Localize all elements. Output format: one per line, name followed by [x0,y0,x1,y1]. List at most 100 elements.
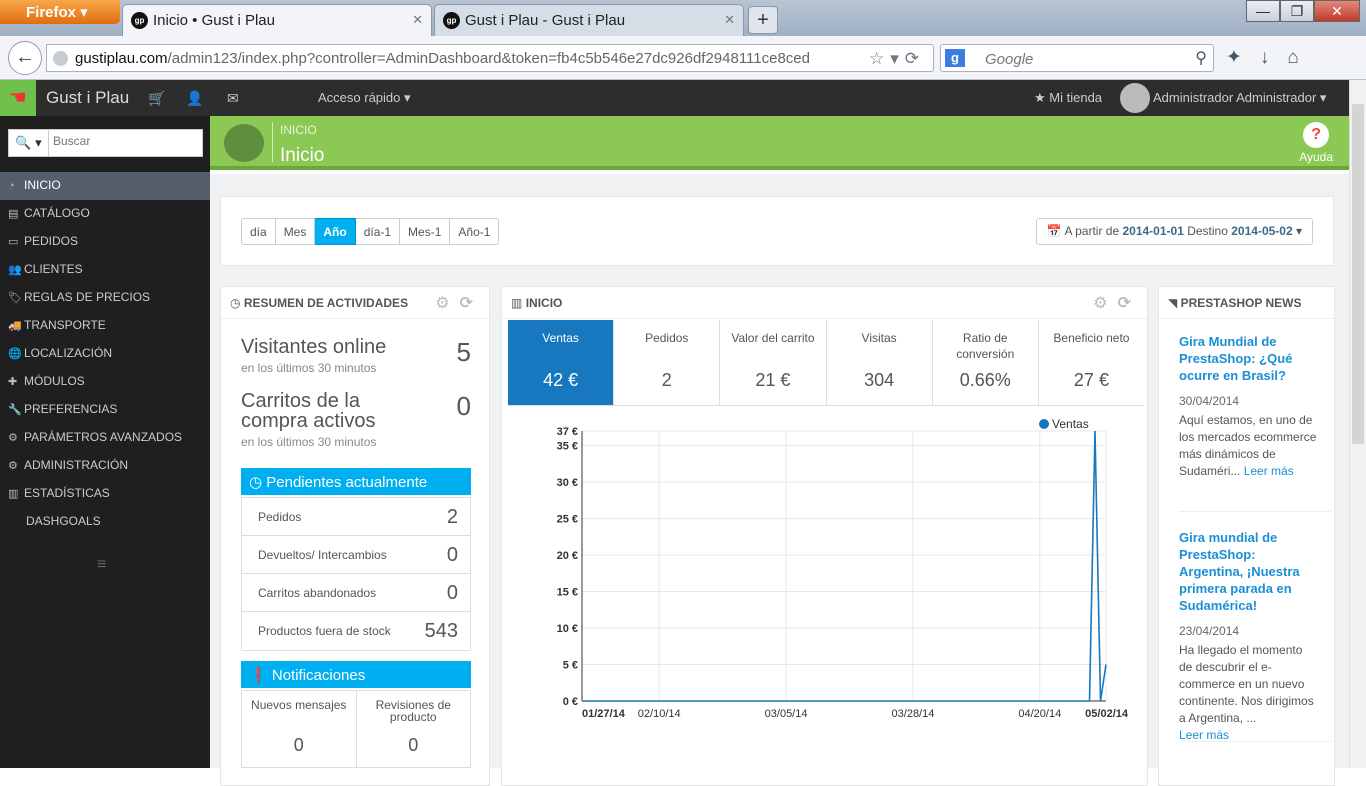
sidebar-item-reglas-precios[interactable]: 🏷 REGLAS DE PRECIOS [0,284,210,312]
news-item-body: Ha llegado el momento de descubrir el e-… [1179,642,1319,744]
notif-product-reviews[interactable]: Revisiones de producto 0 [357,691,471,767]
pending-row-abandoned-carts[interactable]: Carritos abandonados 0 [242,574,470,612]
my-shop-link[interactable]: ★ Mi tienda [1034,90,1102,106]
collapse-menu-icon[interactable]: ≡ [97,556,106,574]
news-item-title[interactable]: Gira Mundial de PrestaShop: ¿Qué ocurre … [1179,333,1319,384]
sidebar-item-modulos[interactable]: ✚ MÓDULOS [0,368,210,396]
search-placeholder: Google [985,51,1034,68]
bookmark-star-icon[interactable]: ☆▾⟳ [869,49,925,69]
notif-new-messages[interactable]: Nuevos mensajes 0 [242,691,357,767]
site-identity-icon[interactable] [53,51,68,66]
kpi-cart-value[interactable]: Valor del carrito 21 € [720,320,827,405]
read-more-link[interactable]: Leer más [1244,464,1294,478]
kpi-net-profit[interactable]: Beneficio neto 27 € [1039,320,1144,405]
date-range-picker[interactable]: 📅 A partir de 2014-01-01 Destino 2014-05… [1035,218,1313,245]
y-tick-label: 10 € [557,623,578,635]
pending-title: Pendientes actualmente [266,474,428,491]
employee-name: Administrador Administrador [1153,90,1317,105]
close-tab-icon[interactable]: ✕ [724,12,735,28]
sidebar-item-estadisticas[interactable]: ▥ ESTADÍSTICAS [0,480,210,508]
help-icon: ? [1303,122,1330,148]
sidebar-item-localizacion[interactable]: 🌐 LOCALIZACIÓN [0,340,210,368]
sidebar-item-label: ADMINISTRACIÓN [24,458,129,472]
search-scope-button[interactable]: 🔍 ▾ [9,130,49,156]
news-item-date: 30/04/2014 [1179,394,1240,408]
exclamation-icon: ❗ [249,667,268,684]
page-scrollbar[interactable] [1349,80,1366,768]
refresh-icon[interactable]: ⟳ [1118,295,1141,312]
sidebar-item-clientes[interactable]: 👥 CLIENTES [0,256,210,284]
period-button-prev-year[interactable]: Año-1 [450,218,500,245]
search-icon[interactable]: ⚲ [1195,48,1207,68]
kpi-conversion[interactable]: Ratio de conversión 0.66% [933,320,1039,405]
search-box[interactable]: g Google ⚲ [940,44,1214,72]
sidebar-item-administracion[interactable]: ⚙ ADMINISTRACIÓN [0,452,210,480]
period-button-prev-month[interactable]: Mes-1 [400,218,451,245]
restore-icon[interactable]: ❐ [1280,0,1314,22]
sidebar-item-label: LOCALIZACIÓN [24,346,113,360]
kpi-label: Beneficio neto [1053,331,1130,345]
prestashop-logo[interactable]: ☚ [0,80,36,116]
avatar[interactable] [1120,83,1150,113]
news-item-title[interactable]: Gira mundial de PrestaShop: Argentina, ¡… [1179,529,1319,614]
firefox-menu-button[interactable]: Firefox ▾ [0,0,120,24]
period-button-day[interactable]: día [241,218,276,245]
sidebar-item-inicio[interactable]: ◔ INICIO [0,172,210,200]
x-tick-label: 01/27/14 [582,708,626,720]
pending-label: Carritos abandonados [258,586,377,600]
read-more-link[interactable]: Leer más [1179,728,1229,742]
back-button[interactable]: ← [8,41,42,75]
user-icon[interactable]: 👤 [186,90,203,107]
x-tick-label: 04/20/14 [1018,708,1061,720]
pending-row-out-of-stock[interactable]: Productos fuera de stock 543 [242,612,470,650]
sidebar-item-transporte[interactable]: 🚚 TRANSPORTE [0,312,210,340]
window-controls: — ❐ ✕ [1246,0,1360,22]
clock-icon: ◷ [249,474,263,491]
browser-tab-active[interactable]: gp Inicio • Gust i Plau ✕ [122,4,432,36]
minimize-icon[interactable]: — [1246,0,1280,22]
toolbar-icons[interactable]: ✦↓⌂ [1226,46,1317,69]
clock-icon: ◷ [230,296,241,310]
sidebar-item-label: INICIO [24,178,61,192]
search-input[interactable] [53,134,198,148]
google-engine-icon[interactable]: g [945,49,965,67]
help-button[interactable]: ? Ayuda [1299,122,1333,164]
config-icon[interactable]: ⚙ [435,295,459,312]
sidebar-item-preferencias[interactable]: 🔧 PREFERENCIAS [0,396,210,424]
kpi-value: 21 € [755,370,791,390]
panel-heading: ◷ RESUMEN DE ACTIVIDADES ⚙⟳ [221,287,489,319]
address-bar[interactable]: gustiplau.com/admin123/index.php?control… [46,44,934,72]
new-tab-button[interactable]: + [748,6,778,34]
kpi-visits[interactable]: Visitas 304 [827,320,933,405]
page-title: Inicio [280,145,325,166]
pending-row-returns[interactable]: Devueltos/ Intercambios 0 [242,536,470,574]
sidebar-item-pedidos[interactable]: ▭ PEDIDOS [0,228,210,256]
refresh-icon[interactable]: ⟳ [460,295,483,312]
panel-tools: ⚙⟳ [1093,293,1141,313]
sidebar-item-parametros-avanzados[interactable]: ⚙ PARÁMETROS AVANZADOS [0,424,210,452]
cart-icon[interactable]: 🛒 [148,90,165,107]
close-tab-icon[interactable]: ✕ [412,12,423,28]
config-icon[interactable]: ⚙ [1093,295,1117,312]
kpi-sales[interactable]: Ventas 42 € [508,320,615,405]
active-carts-sub: en los últimos 30 minutos [241,435,377,449]
envelope-icon[interactable]: ✉ [227,90,239,107]
sidebar-item-catalogo[interactable]: ▤ CATÁLOGO [0,200,210,228]
quick-access-menu[interactable]: Acceso rápido ▾ [318,90,411,106]
kpi-orders[interactable]: Pedidos 2 [614,320,721,405]
period-button-prev-day[interactable]: día-1 [355,218,401,245]
sidebar-item-label: TRANSPORTE [24,318,106,332]
browser-tab-strip: Firefox ▾ gp Inicio • Gust i Plau ✕ gp G… [0,0,1366,36]
sidebar-item-dashgoals[interactable]: DASHGOALS [0,508,210,536]
kpi-value: 304 [864,370,895,390]
activity-title: RESUMEN DE ACTIVIDADES [243,296,409,310]
pending-label: Productos fuera de stock [258,624,391,638]
close-window-icon[interactable]: ✕ [1314,0,1360,22]
browser-tab-inactive[interactable]: gp Gust i Plau - Gust i Plau ✕ [434,4,744,36]
scrollbar-thumb[interactable] [1352,104,1364,444]
shop-name[interactable]: Gust i Plau [46,88,129,108]
pending-row-orders[interactable]: Pedidos 2 [242,498,470,536]
period-button-month[interactable]: Mes [275,218,316,245]
period-button-year[interactable]: Año [315,218,356,245]
employee-menu[interactable]: Administrador Administrador ▾ [1153,90,1326,106]
